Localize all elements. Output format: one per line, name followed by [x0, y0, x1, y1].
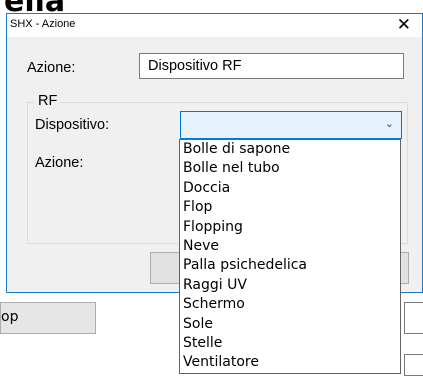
- dropdown-item[interactable]: Neve: [180, 237, 400, 256]
- dropdown-item[interactable]: Bolle di sapone: [180, 140, 400, 159]
- dropdown-item[interactable]: Flopping: [180, 218, 400, 237]
- dropdown-item[interactable]: Ventilatore: [180, 353, 400, 372]
- dropdown-item[interactable]: Flop: [180, 198, 400, 217]
- dropdown-item[interactable]: Bolle nel tubo: [180, 159, 400, 178]
- chevron-down-icon[interactable]: ⌄: [385, 117, 394, 130]
- background-field[interactable]: [404, 302, 423, 334]
- dialog-title: SHX - Azione: [10, 18, 76, 30]
- dropdown-item[interactable]: Palla psichedelica: [180, 256, 400, 275]
- dropdown-item[interactable]: Schermo: [180, 295, 400, 314]
- background-field-2[interactable]: [404, 354, 423, 376]
- dispositivo-dropdown-list[interactable]: Bolle di sapone Bolle nel tubo Doccia Fl…: [179, 139, 401, 374]
- dropdown-item[interactable]: Doccia: [180, 179, 400, 198]
- dropdown-item[interactable]: Raggi UV: [180, 276, 400, 295]
- cancel-button[interactable]: [400, 252, 409, 284]
- azione-label: Azione:: [27, 60, 76, 76]
- background-button[interactable]: op: [0, 302, 96, 334]
- rf-group-title: RF: [35, 93, 61, 109]
- azione-field[interactable]: Dispositivo RF: [139, 53, 404, 79]
- dropdown-item[interactable]: Stelle: [180, 334, 400, 353]
- background-button-label: op: [1, 309, 19, 325]
- azione-rf-label: Azione:: [35, 155, 84, 171]
- dispositivo-label: Dispositivo:: [35, 117, 110, 133]
- close-icon[interactable]: ✕: [397, 15, 411, 35]
- dispositivo-combobox[interactable]: ⌄: [180, 111, 402, 139]
- dialog-titlebar[interactable]: SHX - Azione ✕: [7, 14, 422, 37]
- dropdown-item[interactable]: Sole: [180, 315, 400, 334]
